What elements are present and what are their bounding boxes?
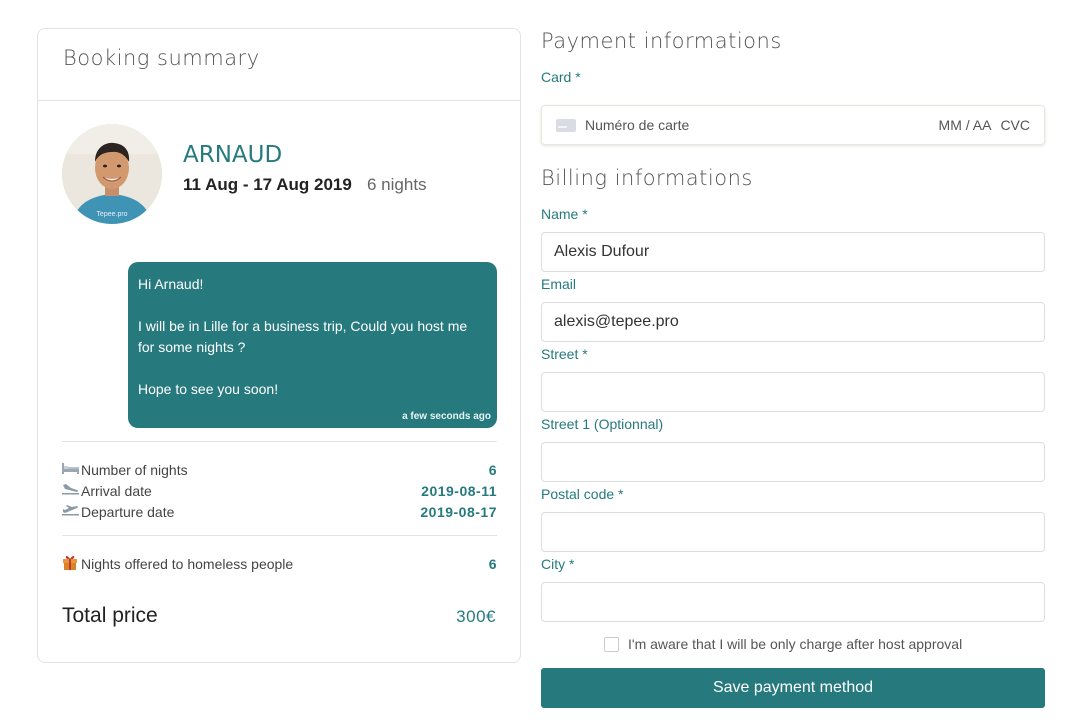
card-expiry-placeholder[interactable]: MM / AA [939, 117, 992, 133]
consent-row: I'm aware that I will be only charge aft… [604, 636, 962, 652]
message-time: a few seconds ago [402, 411, 491, 422]
postal-code-field[interactable] [541, 512, 1045, 552]
consent-checkbox[interactable] [604, 636, 619, 652]
detail-label: Number of nights [81, 461, 188, 478]
plane-arrival-icon [62, 483, 81, 498]
save-payment-button[interactable]: Save payment method [541, 668, 1045, 708]
detail-value: 2019-08-17 [420, 503, 497, 520]
message-bubble: Hi Arnaud! I will be in Lille for a busi… [128, 262, 497, 428]
gift-icon [62, 554, 81, 573]
street-field[interactable] [541, 372, 1045, 412]
message-body: I will be in Lille for a business trip, … [138, 318, 468, 355]
guest-avatar: Tepee.pro [62, 124, 162, 224]
divider [62, 441, 497, 442]
detail-row-arrival: Arrival date 2019-08-11 [62, 480, 497, 501]
total-price-label: Total price [62, 604, 158, 627]
detail-label: Nights offered to homeless people [81, 555, 294, 572]
postal-code-label: Postal code * [541, 486, 624, 502]
street1-label: Street 1 (Optionnal) [541, 416, 664, 432]
detail-label: Departure date [81, 503, 175, 520]
credit-card-icon [556, 118, 576, 132]
booking-nights: 6 nights [367, 175, 427, 194]
message-greeting: Hi Arnaud! [138, 276, 204, 292]
consent-label[interactable]: I'm aware that I will be only charge aft… [628, 636, 962, 652]
detail-row-departure: Departure date 2019-08-17 [62, 501, 497, 522]
booking-summary-card: Booking summary Tepee.pro ARNAUD 11 Aug … [37, 28, 521, 663]
detail-value: 6 [488, 555, 497, 572]
card-cvc-placeholder[interactable]: CVC [1000, 117, 1030, 133]
bed-icon [62, 462, 81, 477]
avatar-watermark: Tepee.pro [96, 211, 127, 218]
email-label: Email [541, 276, 577, 292]
booking-summary-header: Booking summary [38, 29, 520, 101]
name-label: Name * [541, 206, 588, 222]
booking-summary-title: Booking summary [63, 46, 260, 70]
detail-row-nights: Number of nights 6 [62, 459, 497, 480]
billing-title: Billing informations [541, 166, 753, 190]
street1-field[interactable] [541, 442, 1045, 482]
plane-departure-icon [62, 504, 81, 519]
detail-value: 6 [488, 461, 497, 478]
card-label: Card * [541, 69, 581, 85]
booking-dates: 11 Aug - 17 Aug 2019 [183, 175, 352, 194]
card-number-placeholder[interactable]: Numéro de carte [585, 117, 939, 133]
city-label: City * [541, 556, 575, 572]
card-input[interactable]: Numéro de carte MM / AA CVC [541, 105, 1045, 145]
city-field[interactable] [541, 582, 1045, 622]
message-closing: Hope to see you soon! [138, 381, 279, 397]
total-price-value: 300€ [456, 607, 496, 626]
detail-label: Arrival date [81, 482, 152, 499]
divider [62, 535, 497, 536]
email-field[interactable] [541, 302, 1045, 342]
guest-photo-icon: Tepee.pro [62, 124, 162, 224]
detail-row-offered: Nights offered to homeless people 6 [62, 553, 497, 574]
detail-value: 2019-08-11 [421, 482, 497, 499]
guest-name: ARNAUD [183, 142, 283, 168]
street-label: Street * [541, 346, 588, 362]
name-field[interactable] [541, 232, 1045, 272]
payment-title: Payment informations [541, 29, 782, 53]
